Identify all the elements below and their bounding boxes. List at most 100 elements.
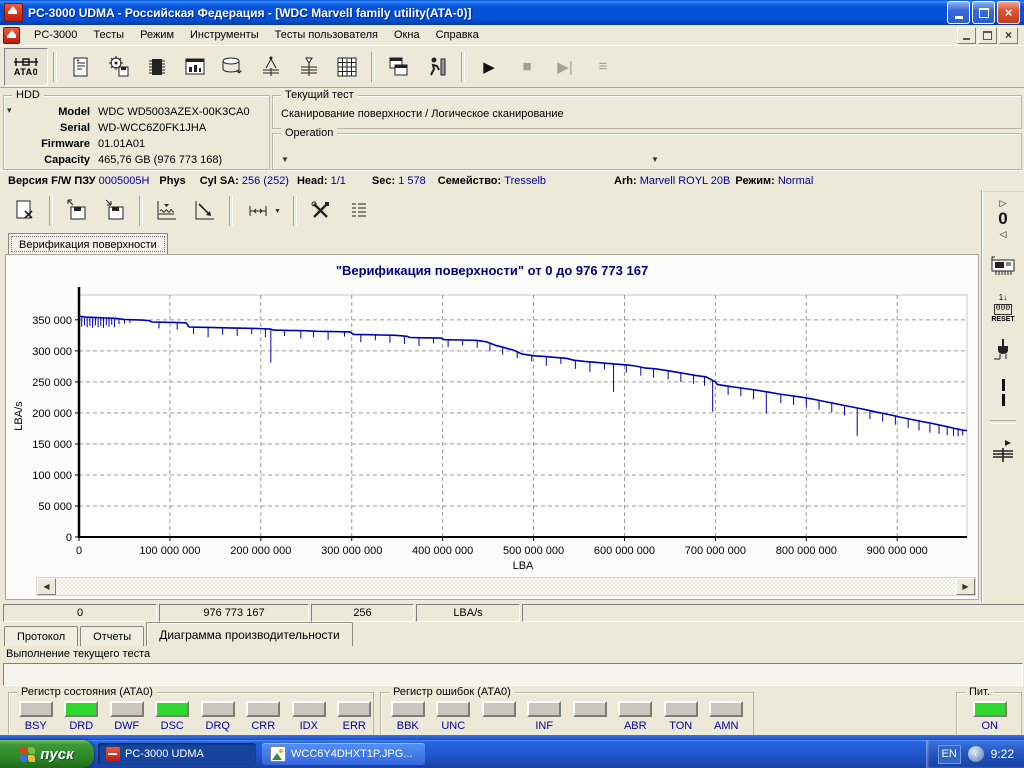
status-segment: Семейство: Tresselb: [438, 175, 546, 187]
svg-text:600 000 000: 600 000 000: [594, 545, 655, 557]
mdi-close-button[interactable]: ×: [999, 27, 1018, 44]
status-segment: Режим: Normal: [735, 175, 813, 187]
chart-toolbar: ▼: [0, 190, 980, 232]
chip-icon[interactable]: [138, 49, 176, 85]
start-button[interactable]: пуск: [0, 740, 94, 768]
legend-icon[interactable]: [340, 193, 378, 229]
tab-surface-verification[interactable]: Верификация поверхности: [8, 233, 168, 255]
toolbar-separator: [49, 196, 53, 226]
bottom-tab-2[interactable]: Отчеты: [80, 626, 144, 646]
power-group: Пит. ON: [956, 692, 1022, 740]
taskbar: пуск PC-3000 UDMA WCC6Y4DHXT1P.JPG... EN…: [0, 740, 1024, 768]
operation-combo-arrow-1[interactable]: ▼: [281, 155, 289, 164]
scroll-left-button[interactable]: ◀: [37, 578, 56, 595]
gear-save-icon[interactable]: [100, 49, 138, 85]
adapter-card-icon[interactable]: [988, 254, 1018, 280]
load-report-icon[interactable]: [96, 193, 134, 229]
range-icon: [245, 198, 271, 224]
right-toolbar-divider: [990, 420, 1016, 424]
user-test-icon[interactable]: [418, 49, 456, 85]
menu-item-1[interactable]: PC-3000: [26, 26, 85, 44]
sector-grid-icon[interactable]: [328, 49, 366, 85]
led-label: BBK: [397, 720, 419, 732]
chart-horizontal-scrollbar[interactable]: ◀ ▶: [36, 577, 976, 596]
mdi-restore-button[interactable]: [978, 27, 997, 44]
pc3000-task-icon: [106, 747, 120, 761]
head-calibration-icon[interactable]: [252, 49, 290, 85]
tools-icon[interactable]: [302, 193, 340, 229]
step-icon: ▶|: [557, 58, 572, 76]
status-register-group: Регистр состояния (АТА0) BSYDRDDWFDSCDRQ…: [8, 692, 374, 740]
svg-text:400 000 000: 400 000 000: [412, 545, 473, 557]
status-register-leds: BSYDRDDWFDSCDRQCRRIDXERR: [13, 701, 377, 732]
svg-text:50 000: 50 000: [38, 501, 72, 513]
hdd-row-value: 465,76 GB (976 773 168): [98, 154, 250, 166]
unnamed-led: [573, 701, 607, 717]
svg-text:150 000: 150 000: [32, 439, 72, 451]
status-segment: Sec: 1 578: [372, 175, 426, 187]
restore-button[interactable]: [972, 1, 995, 24]
reset-icon[interactable]: 1↓ 000 RESET: [991, 294, 1014, 323]
scroll-right-button[interactable]: ▶: [956, 578, 975, 595]
status-segment: Phys: [159, 175, 185, 187]
current-test-value: Сканирование поверхности / Логическое ск…: [281, 108, 564, 120]
menu-item-5[interactable]: Тесты пользователя: [267, 26, 386, 44]
port-indicator-icon[interactable]: ▷0◁: [997, 198, 1008, 240]
menu-item-2[interactable]: Тесты: [85, 26, 132, 44]
ata0-port-button[interactable]: ATA0: [4, 48, 48, 86]
UNC-led: [436, 701, 470, 717]
clear-report-icon[interactable]: [6, 193, 44, 229]
bottom-tab-1[interactable]: Протокол: [4, 626, 78, 646]
DWF-led: [110, 701, 144, 717]
recalibrate-icon[interactable]: [989, 438, 1017, 464]
taskbar-task-image[interactable]: WCC6Y4DHXT1P.JPG...: [262, 743, 425, 765]
slope-chart-icon[interactable]: [186, 193, 224, 229]
language-indicator[interactable]: EN: [938, 745, 961, 764]
threshold-chart-icon[interactable]: [148, 193, 186, 229]
led-label: IDX: [300, 720, 318, 732]
save-report-icon[interactable]: [58, 193, 96, 229]
pc3000-window: PC-3000 UDMA - Российская Федерация - [W…: [0, 0, 1024, 768]
database-icon[interactable]: [214, 49, 252, 85]
svg-text:700 000 000: 700 000 000: [685, 545, 746, 557]
head-load-icon[interactable]: [290, 49, 328, 85]
menu-item-4[interactable]: Инструменты: [182, 26, 267, 44]
ERR-led: [337, 701, 371, 717]
close-button[interactable]: ×: [997, 1, 1020, 24]
menu-item-6[interactable]: Окна: [386, 26, 428, 44]
report-script-icon[interactable]: [62, 49, 100, 85]
toolbar-separator: [293, 196, 297, 226]
power-connector-icon[interactable]: [990, 337, 1016, 365]
svg-text:300 000 000: 300 000 000: [321, 545, 382, 557]
error-register-leds: BBKUNCINFABRTONAMN: [385, 701, 749, 732]
led-cell: [476, 701, 522, 732]
operation-combo-arrow-2[interactable]: ▼: [651, 155, 659, 164]
toolbar-separator: [229, 196, 233, 226]
svg-text:200 000 000: 200 000 000: [230, 545, 291, 557]
toolbar-separator: [53, 52, 57, 82]
menu-item-7[interactable]: Справка: [428, 26, 487, 44]
operation-group-label: Operation: [281, 127, 337, 139]
svg-text:300 000: 300 000: [32, 346, 72, 358]
hdd-row-label: Model: [10, 106, 90, 118]
mdi-minimize-button[interactable]: [957, 27, 976, 44]
range-select-button[interactable]: ▼: [238, 193, 288, 229]
test-queue-button[interactable]: ≡: [584, 49, 622, 85]
taskbar-task-pc3000[interactable]: PC-3000 UDMA: [98, 743, 256, 765]
stop-test-button[interactable]: ■: [508, 49, 546, 85]
DRD-led: [64, 701, 98, 717]
minimize-button[interactable]: [947, 1, 970, 24]
svg-text:200 000: 200 000: [32, 408, 72, 420]
hdd-info-table: ModelWDC WD5003AZEX-00K3CA0 SerialWD-WCC…: [10, 106, 250, 166]
run-test-button[interactable]: ▶: [470, 49, 508, 85]
bottom-tab-3[interactable]: Диаграмма производительности: [146, 622, 353, 646]
pause-icon[interactable]: [1002, 379, 1005, 406]
tray-status-icon[interactable]: ‹: [968, 746, 984, 762]
chart-window-icon[interactable]: [176, 49, 214, 85]
footer-cell-1: 0: [3, 604, 157, 622]
copy-windows-icon[interactable]: [380, 49, 418, 85]
range-dropdown-arrow[interactable]: ▼: [274, 208, 281, 215]
step-test-button[interactable]: ▶|: [546, 49, 584, 85]
menu-item-3[interactable]: Режим: [132, 26, 182, 44]
footer-cell-4: LBA/s: [416, 604, 520, 622]
